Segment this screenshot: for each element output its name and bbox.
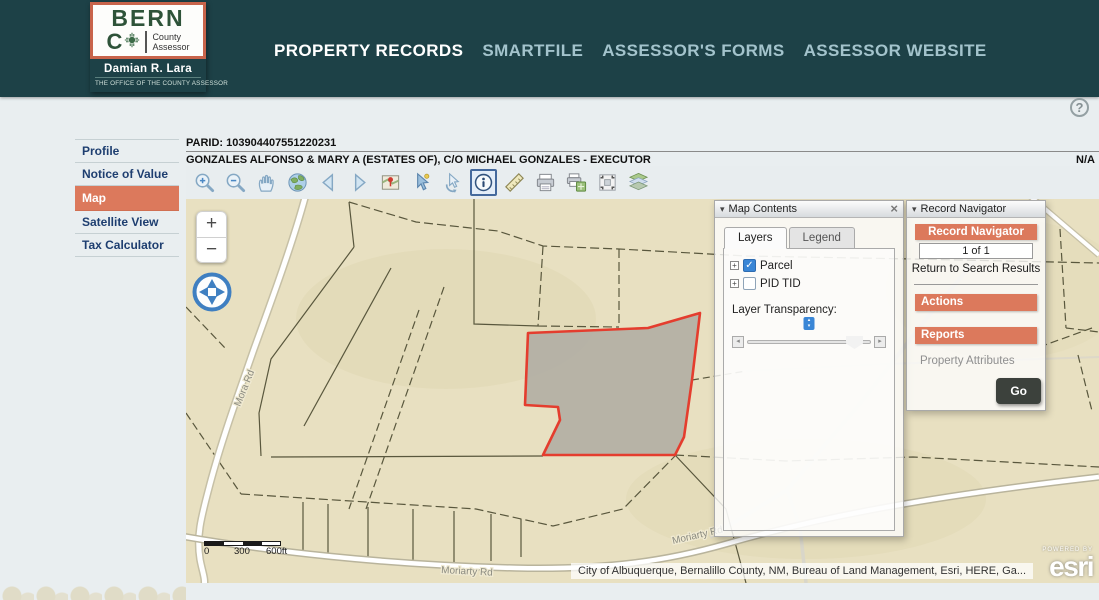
transparency-spinner[interactable]: ▴▾ — [804, 317, 815, 330]
nav-assessors-forms[interactable]: ASSESSOR'S FORMS — [602, 41, 784, 61]
report-item-property-attributes[interactable]: Property Attributes — [911, 344, 1041, 367]
collapse-caret-icon[interactable]: ▾ — [720, 204, 725, 215]
collapse-caret-icon[interactable]: ▾ — [912, 204, 917, 215]
transparency-slider: ◂ ▸ — [730, 336, 888, 348]
layers-tab-body: + ✓ Parcel + PID TID Layer Transparency:… — [723, 248, 895, 531]
map-zoom-control: + − — [196, 211, 227, 263]
compass-icon[interactable] — [191, 271, 233, 313]
slider-left-arrow[interactable]: ◂ — [732, 336, 744, 348]
scale-label-600ft: 600ft — [266, 546, 287, 557]
tool-print-icon[interactable] — [532, 169, 559, 196]
bernco-assessor-logo[interactable]: BERN C County Assessor Damian R. Lara TH… — [90, 2, 206, 92]
tool-overview-map-icon[interactable] — [377, 169, 404, 196]
tab-legend[interactable]: Legend — [789, 227, 855, 249]
powered-by-label: POWERED BY — [1042, 547, 1093, 553]
tool-zoom-out-icon[interactable] — [222, 169, 249, 196]
tool-pan-icon[interactable] — [253, 169, 280, 196]
tree-expand-icon[interactable]: + — [730, 261, 739, 270]
go-button[interactable]: Go — [996, 378, 1041, 404]
close-icon[interactable]: × — [890, 203, 898, 215]
scale-label-300: 300 — [234, 546, 250, 557]
record-navigator-panel: ▾ Record Navigator Record Navigator Retu… — [906, 200, 1046, 411]
tool-maximize-icon[interactable] — [594, 169, 621, 196]
nav-property-records[interactable]: PROPERTY RECORDS — [274, 41, 463, 61]
slider-track[interactable] — [747, 340, 871, 344]
layer-row-pid-tid: + PID TID — [730, 277, 888, 290]
record-navigator-header[interactable]: ▾ Record Navigator — [907, 201, 1045, 218]
nav-smartfile[interactable]: SMARTFILE — [482, 41, 583, 61]
tab-layers[interactable]: Layers — [724, 227, 787, 249]
map-contents-tabs: Layers Legend — [724, 227, 895, 249]
sidebar-item-map[interactable]: Map — [75, 186, 179, 211]
sidebar-item-notice-of-value[interactable]: Notice of Value — [75, 163, 179, 186]
map-contents-header[interactable]: ▾ Map Contents × — [715, 201, 903, 218]
map-attribution: City of Albuquerque, Bernalillo County, … — [571, 563, 1033, 579]
record-value-right: N/A — [1076, 154, 1095, 166]
map-contents-panel: ▾ Map Contents × Layers Legend + ✓ Parce… — [714, 200, 904, 537]
tool-measure-icon[interactable] — [501, 169, 528, 196]
record-navigator-title: Record Navigator — [921, 203, 1007, 215]
tool-clear-selection-icon[interactable] — [439, 169, 466, 196]
tool-next-extent-icon[interactable] — [346, 169, 373, 196]
tool-identify-icon[interactable] — [470, 169, 497, 196]
logo-sub-county: County — [152, 32, 189, 42]
nav-assessor-website[interactable]: ASSESSOR WEBSITE — [804, 41, 987, 61]
sidebar-item-tax-calculator[interactable]: Tax Calculator — [75, 234, 179, 257]
tool-layers-icon[interactable] — [625, 169, 652, 196]
logo-divider — [145, 31, 147, 53]
divider — [914, 284, 1038, 285]
logo-sub-assessor: Assessor — [152, 42, 189, 52]
zia-sun-icon — [124, 32, 140, 53]
scale-bar: 0 300 600ft — [204, 541, 284, 557]
tool-export-map-icon[interactable] — [563, 169, 590, 196]
tree-expand-icon[interactable]: + — [730, 279, 739, 288]
map-zoom-in-button[interactable]: + — [196, 211, 227, 237]
assessor-tagline: THE OFFICE OF THE COUNTY ASSESSOR — [95, 77, 201, 87]
pid-tid-layer-label: PID TID — [760, 278, 801, 290]
tool-zoom-in-icon[interactable] — [191, 169, 218, 196]
layer-row-parcel: + ✓ Parcel — [730, 259, 888, 272]
tool-select-features-icon[interactable] — [408, 169, 435, 196]
logo-word-bern: BERN — [93, 8, 203, 28]
sidebar-item-satellite-view[interactable]: Satellite View — [75, 211, 179, 234]
help-icon[interactable]: ? — [1070, 98, 1089, 117]
map-contents-title: Map Contents — [729, 203, 797, 215]
reports-bar[interactable]: Reports — [915, 327, 1037, 344]
parcel-layer-label: Parcel — [760, 260, 793, 272]
map-toolbar — [186, 166, 1099, 199]
record-navigator-banner: Record Navigator — [915, 224, 1037, 240]
assessor-name: Damian R. Lara — [90, 59, 206, 75]
slider-thumb[interactable] — [846, 336, 863, 349]
tool-full-extent-icon[interactable] — [284, 169, 311, 196]
map-zoom-out-button[interactable]: − — [196, 237, 227, 263]
parcel-id: PARID: 103904407551220231 — [186, 137, 1099, 152]
return-to-search-link[interactable]: Return to Search Results — [911, 263, 1041, 275]
slider-right-arrow[interactable]: ▸ — [874, 336, 886, 348]
sidebar-item-profile[interactable]: Profile — [75, 140, 179, 163]
app-header: BERN C County Assessor Damian R. Lara TH… — [0, 0, 1099, 97]
parcel-layer-checkbox[interactable]: ✓ — [743, 259, 756, 272]
record-position-input[interactable] — [919, 243, 1033, 259]
sidebar: Profile Notice of Value Map Satellite Vi… — [75, 139, 179, 257]
actions-bar[interactable]: Actions — [915, 294, 1037, 311]
owner-name: GONZALES ALFONSO & MARY A (ESTATES OF), … — [186, 154, 651, 166]
pid-tid-layer-checkbox[interactable] — [743, 277, 756, 290]
main-nav: PROPERTY RECORDS SMARTFILE ASSESSOR'S FO… — [274, 41, 987, 61]
scale-label-0: 0 — [204, 546, 209, 557]
logo-word-co: C — [107, 29, 123, 55]
map-canvas[interactable]: Mora Rd Moriarty Rd Moriarty Rd + − — [186, 199, 1099, 583]
logo-emblem: BERN C County Assessor — [90, 2, 206, 59]
tool-previous-extent-icon[interactable] — [315, 169, 342, 196]
decorative-pattern — [0, 576, 186, 600]
esri-logo: POWERED BY esri — [1042, 547, 1093, 581]
layer-transparency-label: Layer Transparency: — [732, 304, 888, 316]
esri-brand: esri — [1042, 553, 1093, 581]
